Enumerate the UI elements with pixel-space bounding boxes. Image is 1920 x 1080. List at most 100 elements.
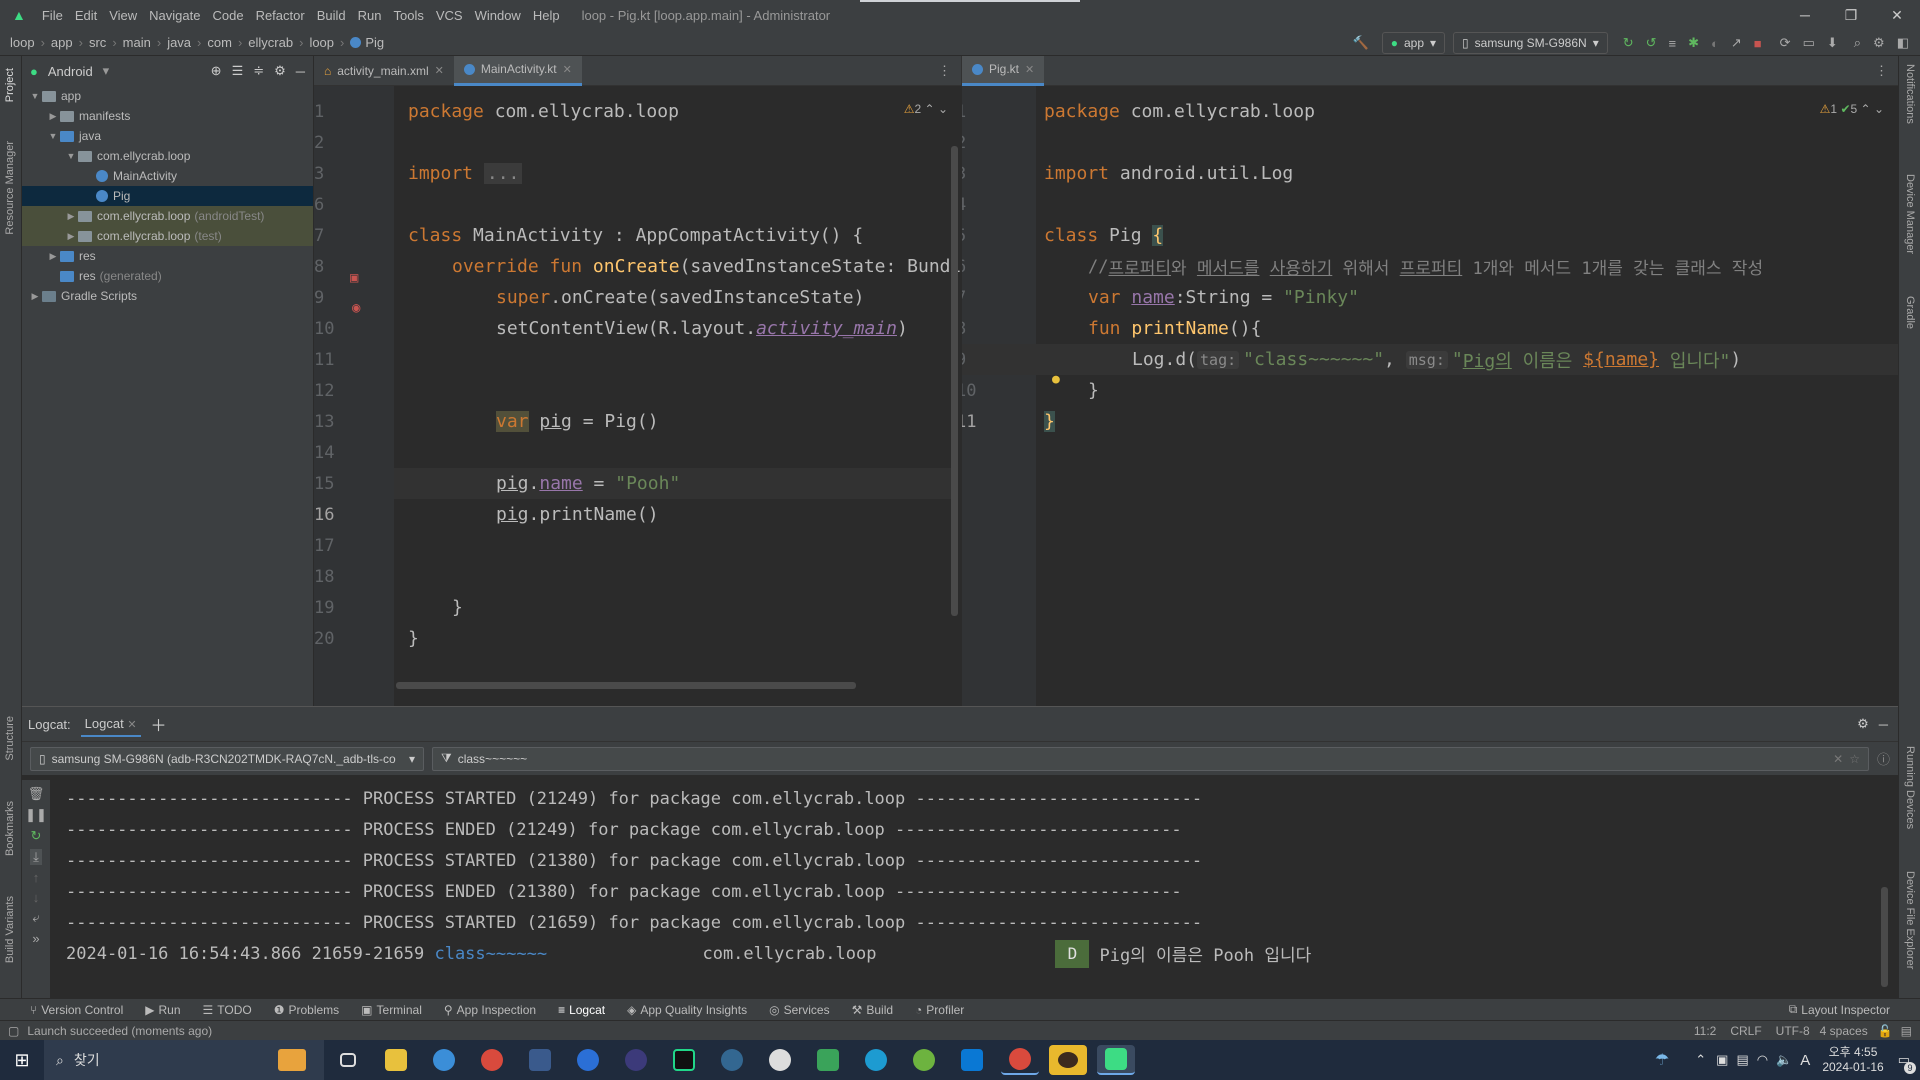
tray-icon[interactable]: ▣ (1716, 1052, 1728, 1068)
menu-tools[interactable]: Tools (387, 8, 429, 23)
tool-terminal[interactable]: ▣ Terminal (361, 1003, 422, 1017)
menu-file[interactable]: File (36, 8, 69, 23)
menu-view[interactable]: View (103, 8, 143, 23)
tree-item[interactable]: ▶ Gradle Scripts (22, 286, 313, 306)
tree-item[interactable]: ▼ app (22, 86, 313, 106)
inspection-widget[interactable]: ⚠2 ⌃ ⌄ (904, 102, 948, 116)
device-manager-icon[interactable]: ▭ (1798, 32, 1820, 54)
help-icon[interactable]: ⓘ (1877, 749, 1890, 768)
tree-item[interactable]: Pig (22, 186, 313, 206)
chevron-right-icon[interactable]: ▶ (46, 111, 60, 122)
project-view-select[interactable]: Android (48, 64, 93, 79)
tool-app-inspection[interactable]: ⚲ App Inspection (444, 1003, 536, 1017)
menu-code[interactable]: Code (206, 8, 249, 23)
logcat-tab[interactable]: Logcat ✕ (80, 712, 141, 737)
chevron-up-icon[interactable]: ⌃ (1695, 1052, 1706, 1068)
status-toggle-icon[interactable]: ▢ (8, 1024, 19, 1038)
chrome-icon[interactable] (473, 1045, 511, 1075)
more-icon[interactable]: » (32, 931, 39, 946)
stop-icon[interactable]: ■ (1749, 32, 1767, 54)
chevron-down-icon[interactable]: ⌄ (1874, 102, 1884, 116)
minimize-icon[interactable]: ─ (1782, 0, 1828, 30)
edge-legacy-icon[interactable] (425, 1045, 463, 1075)
restart-icon[interactable]: ↻ (31, 828, 42, 844)
android-studio-icon[interactable] (1097, 1045, 1135, 1075)
chevron-up-icon[interactable]: ⌃ (1861, 102, 1871, 116)
close-tab-icon[interactable]: ✕ (435, 64, 444, 77)
gear-icon[interactable]: ⚙ (274, 63, 286, 79)
restore-icon[interactable]: ❐ (1828, 0, 1874, 30)
app-icon-leaf[interactable] (905, 1045, 943, 1075)
device-manager-tool-tab[interactable]: Device Manager (1904, 174, 1916, 254)
notification-center-icon[interactable]: ▭ 9 (1898, 1052, 1916, 1074)
chevron-down-icon[interactable]: ▼ (46, 131, 60, 141)
vertical-scrollbar[interactable] (951, 146, 958, 616)
close-icon[interactable]: ✕ (1874, 0, 1920, 30)
logcat-filter-input[interactable]: ⧩ class~~~~~~ ✕ ☆ (432, 746, 1869, 771)
breadcrumb-com[interactable]: com (207, 35, 232, 50)
chevron-down-icon[interactable]: ⌄ (938, 102, 948, 116)
apply-changes-icon[interactable]: ↺ (1641, 32, 1662, 54)
menu-help[interactable]: Help (527, 8, 566, 23)
run-config-select[interactable]: ● app ▾ (1381, 32, 1446, 54)
settings-icon[interactable]: ⚙ (1868, 32, 1890, 54)
tool-logcat[interactable]: ≡ Logcat (558, 1003, 605, 1017)
inspection-widget[interactable]: ⚠1 ✔5 ⌃ ⌄ (1820, 102, 1884, 116)
chevron-down-icon[interactable]: ▼ (64, 151, 78, 161)
ime-indicator[interactable]: A (1800, 1052, 1810, 1069)
postgres-icon[interactable] (713, 1045, 751, 1075)
file-explorer-icon[interactable] (377, 1045, 415, 1075)
device-file-explorer-tool-tab[interactable]: Device File Explorer (1904, 871, 1916, 969)
tab-mainactivity-kt[interactable]: MainActivity.kt ✕ (453, 55, 582, 86)
windows-start-icon[interactable]: ⊞ (0, 1050, 44, 1071)
breadcrumb-ellycrab[interactable]: ellycrab (248, 35, 293, 50)
chevron-up-icon[interactable]: ⌃ (925, 102, 935, 116)
tree-item[interactable]: res (generated) (22, 266, 313, 286)
status-message[interactable]: Launch succeeded (moments ago) (27, 1024, 212, 1038)
menu-refactor[interactable]: Refactor (250, 8, 311, 23)
app-icon-sourcetree[interactable] (569, 1045, 607, 1075)
more-tabs-icon[interactable]: ⋮ (1875, 63, 1888, 79)
sdk-manager-icon[interactable]: ⬇ (1822, 32, 1843, 54)
build-variants-tool-tab[interactable]: Build Variants (4, 896, 16, 963)
expand-all-icon[interactable]: ☰ (232, 63, 244, 79)
gradle-tool-tab[interactable]: Gradle (1904, 296, 1916, 329)
chevron-down-icon[interactable]: ▾ (103, 63, 110, 79)
apply-code-changes-icon[interactable]: ≡ (1664, 32, 1682, 54)
app-icon-blue[interactable] (521, 1045, 559, 1075)
eclipse-icon[interactable] (617, 1045, 655, 1075)
tree-item[interactable]: ▼ com.ellycrab.loop (22, 146, 313, 166)
pig-code-editor[interactable]: 1 2 3 4 5 6 7 8 9 10 11 ● package com.el… (962, 86, 1898, 706)
breadcrumb-java[interactable]: java (167, 35, 191, 50)
rerun-icon[interactable]: ↻ (1618, 32, 1639, 54)
structure-tool-tab[interactable]: Structure (4, 716, 16, 761)
tree-item[interactable]: ▶ manifests (22, 106, 313, 126)
tool-problems[interactable]: ❶ Problems (274, 1003, 339, 1017)
run-gutter-icon[interactable]: ▣ (350, 270, 358, 286)
hide-icon[interactable]: ─ (296, 64, 305, 79)
pause-icon[interactable]: ❚❚ (25, 807, 47, 823)
breadcrumb-main[interactable]: main (123, 35, 151, 50)
profile-icon[interactable]: ◐ (1706, 32, 1724, 54)
tree-item[interactable]: MainActivity (22, 166, 313, 186)
gemini-icon[interactable]: ◧ (1892, 32, 1914, 54)
resource-manager-tool-tab[interactable]: Resource Manager (4, 141, 16, 235)
add-tab-icon[interactable]: ＋ (151, 712, 167, 736)
notifications-tool-tab[interactable]: Notifications (1904, 64, 1916, 124)
more-tabs-icon[interactable]: ⋮ (938, 63, 951, 79)
favorite-icon[interactable]: ☆ (1849, 752, 1860, 766)
breadcrumb-loop[interactable]: loop (10, 35, 35, 50)
mainactivity-code-editor[interactable]: 1 2 3 6 7 8 9 10 11 12 13 14 15 16 17 18… (314, 86, 962, 706)
tool-build[interactable]: ⚒ Build (852, 1003, 893, 1017)
tool-layout-inspector[interactable]: ⧉ Layout Inspector (1789, 1002, 1890, 1017)
soft-wrap-icon[interactable]: ⤶ (32, 910, 39, 926)
menu-build[interactable]: Build (311, 8, 352, 23)
memory-indicator-icon[interactable]: ▤ (1901, 1024, 1912, 1038)
override-gutter-icon[interactable]: ◉ (352, 300, 360, 316)
clock[interactable]: 오후 4:55 2024-01-16 (1822, 1045, 1883, 1075)
pycharm-icon[interactable] (665, 1045, 703, 1075)
tool-services[interactable]: ◎ Services (769, 1003, 830, 1017)
caret-position[interactable]: 11:2 (1694, 1024, 1716, 1038)
tool-profiler[interactable]: ◔ Profiler (915, 1003, 964, 1017)
menu-window[interactable]: Window (469, 8, 527, 23)
